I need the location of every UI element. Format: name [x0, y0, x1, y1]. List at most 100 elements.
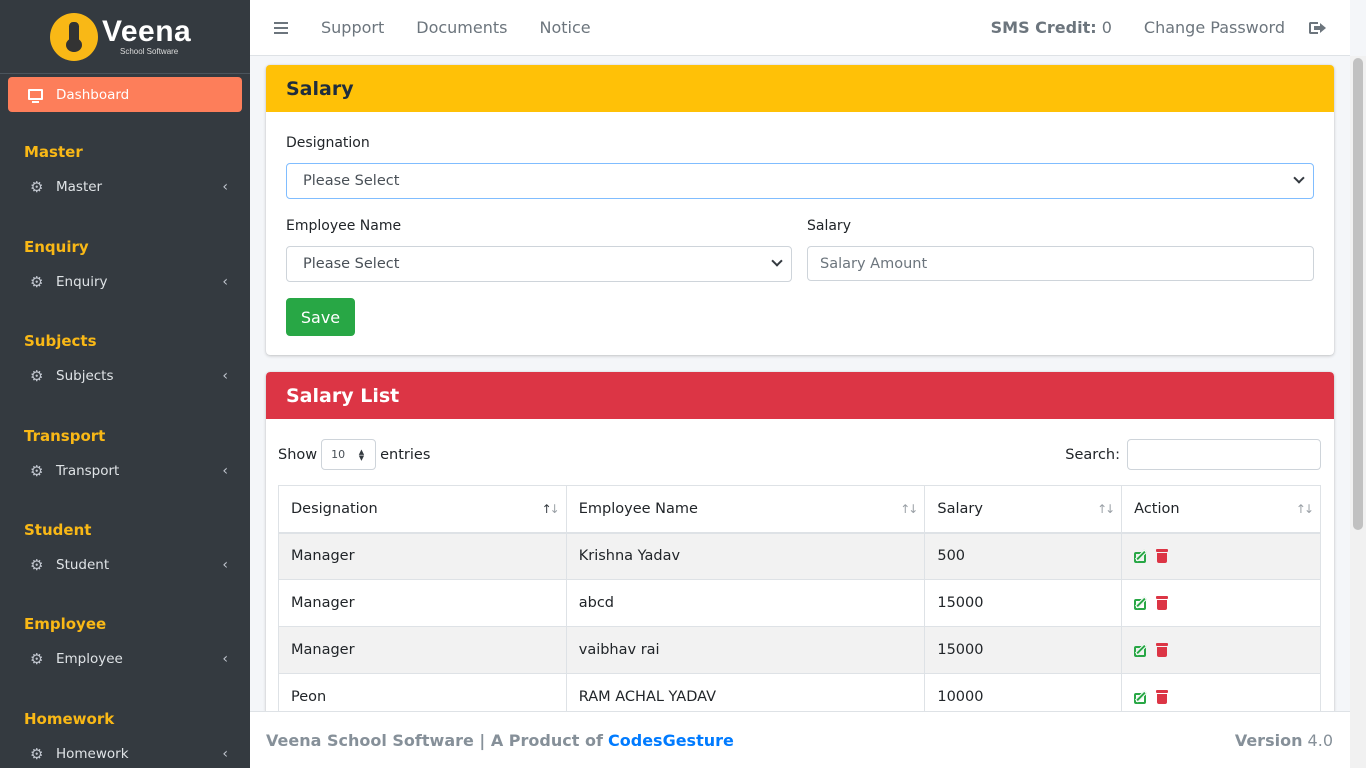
search-input[interactable] [1127, 439, 1321, 470]
version: Version 4.0 [1235, 731, 1333, 750]
chevron-left-icon: ‹ [222, 651, 228, 667]
cell-salary: 15000 [924, 579, 1123, 627]
cell-designation: Manager [278, 532, 567, 580]
footer: Veena School Software | A Product of Cod… [250, 711, 1350, 768]
nav-header: Transport [24, 427, 106, 445]
column-header-designation[interactable]: Designation ↑↓ [278, 485, 567, 534]
employee-select-value: Please Select [303, 256, 400, 272]
salary-label: Salary [807, 218, 851, 234]
table-row: Manager vaibhav rai 15000 [278, 626, 1321, 674]
sort-icon: ↑↓ [1295, 502, 1314, 516]
trash-icon[interactable] [1156, 643, 1169, 657]
designation-label: Designation [286, 135, 370, 151]
cell-designation: Manager [278, 579, 567, 627]
page-scrollbar[interactable] [1350, 56, 1366, 768]
salary-list-card: Salary List Show 10 ▲ ▼ entries Search: D… [266, 372, 1334, 712]
chevron-down-icon [1293, 172, 1305, 184]
sort-updown-icon: ▲ ▼ [358, 448, 365, 462]
edit-icon[interactable] [1134, 643, 1149, 657]
entries-length-select[interactable]: 10 ▲ ▼ [321, 439, 377, 470]
search-label: Search: [1065, 446, 1120, 463]
chevron-left-icon: ‹ [222, 368, 228, 384]
column-header-action[interactable]: Action ↑↓ [1121, 485, 1321, 534]
sidebar-item-dashboard[interactable]: Dashboard [8, 77, 242, 112]
salary-table: Designation ↑↓ Employee Name ↑↓ Salary ↑↓ A… [278, 485, 1321, 712]
sort-icon: ↑↓ [900, 502, 918, 516]
nav-header: Student [24, 521, 92, 539]
nav-link-support[interactable]: Support [321, 18, 384, 37]
column-header-employee-name[interactable]: Employee Name ↑↓ [565, 485, 926, 534]
trash-icon[interactable] [1156, 549, 1169, 564]
cell-action [1121, 532, 1321, 580]
nav-header: Enquiry [24, 238, 89, 256]
designation-select[interactable]: Please Select [286, 163, 1314, 199]
nav-header: Master [24, 143, 83, 161]
sidebar-item-label: Employee [56, 651, 123, 667]
gear-icon: ⚙ [30, 461, 44, 480]
sidebar-item-label: Student [56, 557, 110, 573]
table-header-row: Designation ↑↓ Employee Name ↑↓ Salary ↑↓ A… [278, 485, 1321, 534]
nav-section-master: Master ⚙ Master ‹ [0, 141, 250, 197]
table-row: Manager Krishna Yadav 500 [278, 532, 1321, 580]
edit-icon[interactable] [1134, 549, 1149, 564]
brand[interactable]: Veena School Software [0, 0, 250, 74]
table-search: Search: [1065, 439, 1321, 470]
nav-section-enquiry: Enquiry ⚙ Enquiry ‹ [0, 236, 250, 292]
footer-company-link[interactable]: CodesGesture [608, 731, 734, 750]
desktop-icon [28, 89, 43, 103]
sort-icon: ↑↓ [541, 502, 560, 516]
gear-icon: ⚙ [30, 744, 44, 763]
brand-subtitle: School Software [120, 47, 179, 56]
sidebar-item-label: Dashboard [56, 86, 130, 103]
sms-credit-value: 0 [1101, 18, 1112, 37]
veena-logo-icon [50, 12, 98, 61]
sidebar-item-label: Subjects [56, 368, 114, 384]
chevron-down-icon [771, 255, 783, 267]
sidebar-item-transport[interactable]: ⚙ Transport ‹ [0, 461, 250, 481]
sidebar-item-enquiry[interactable]: ⚙ Enquiry ‹ [0, 272, 250, 292]
salary-amount-input[interactable]: Salary Amount [807, 246, 1314, 281]
footer-text: Veena School Software | A Product of [266, 730, 603, 750]
show-label: Show [278, 446, 318, 463]
sidebar-item-label: Master [56, 179, 103, 195]
salary-card-title: Salary [266, 65, 1334, 112]
nav-section-employee: Employee ⚙ Employee ‹ [0, 613, 250, 669]
sidebar-item-student[interactable]: ⚙ Student ‹ [0, 555, 250, 575]
sms-credit-label: SMS Credit: [990, 18, 1097, 37]
scrollbar-thumb[interactable] [1353, 58, 1363, 530]
nav-section-student: Student ⚙ Student ‹ [0, 519, 250, 575]
sidebar-item-subjects[interactable]: ⚙ Subjects ‹ [0, 366, 250, 386]
edit-icon[interactable] [1134, 690, 1149, 704]
nav-link-documents[interactable]: Documents [416, 18, 507, 37]
logout-icon[interactable] [1309, 21, 1326, 35]
hamburger-menu-icon[interactable] [274, 21, 288, 34]
entries-length-value: 10 [331, 448, 346, 461]
trash-icon[interactable] [1156, 690, 1169, 704]
employee-name-select[interactable]: Please Select [286, 246, 792, 282]
sidebar-item-employee[interactable]: ⚙ Employee ‹ [0, 649, 250, 669]
cell-salary: 15000 [924, 626, 1123, 674]
sidebar-item-homework[interactable]: ⚙ Homework ‹ [0, 744, 250, 764]
chevron-left-icon: ‹ [222, 463, 228, 479]
edit-icon[interactable] [1134, 596, 1149, 610]
gear-icon: ⚙ [30, 272, 44, 291]
cell-employee: vaibhav rai [565, 626, 926, 674]
table-row: Manager abcd 15000 [278, 579, 1321, 627]
trash-icon[interactable] [1156, 596, 1169, 610]
column-header-salary[interactable]: Salary ↑↓ [924, 485, 1123, 534]
cell-salary: 500 [924, 532, 1123, 580]
employee-name-label: Employee Name [286, 218, 402, 234]
cell-action [1121, 626, 1321, 674]
cell-designation: Peon [278, 673, 567, 712]
change-password-link[interactable]: Change Password [1144, 18, 1285, 37]
cell-action [1121, 579, 1321, 627]
sidebar-item-label: Transport [56, 463, 120, 479]
sidebar-item-master[interactable]: ⚙ Master ‹ [0, 177, 250, 197]
nav-link-notice[interactable]: Notice [539, 18, 590, 37]
nav-header: Subjects [24, 332, 97, 350]
sidebar-item-label: Homework [56, 746, 129, 762]
designation-select-value: Please Select [303, 173, 400, 189]
save-button[interactable]: Save [286, 298, 355, 336]
sms-credit: SMS Credit: 0 [991, 18, 1112, 37]
nav-header: Employee [24, 615, 107, 633]
